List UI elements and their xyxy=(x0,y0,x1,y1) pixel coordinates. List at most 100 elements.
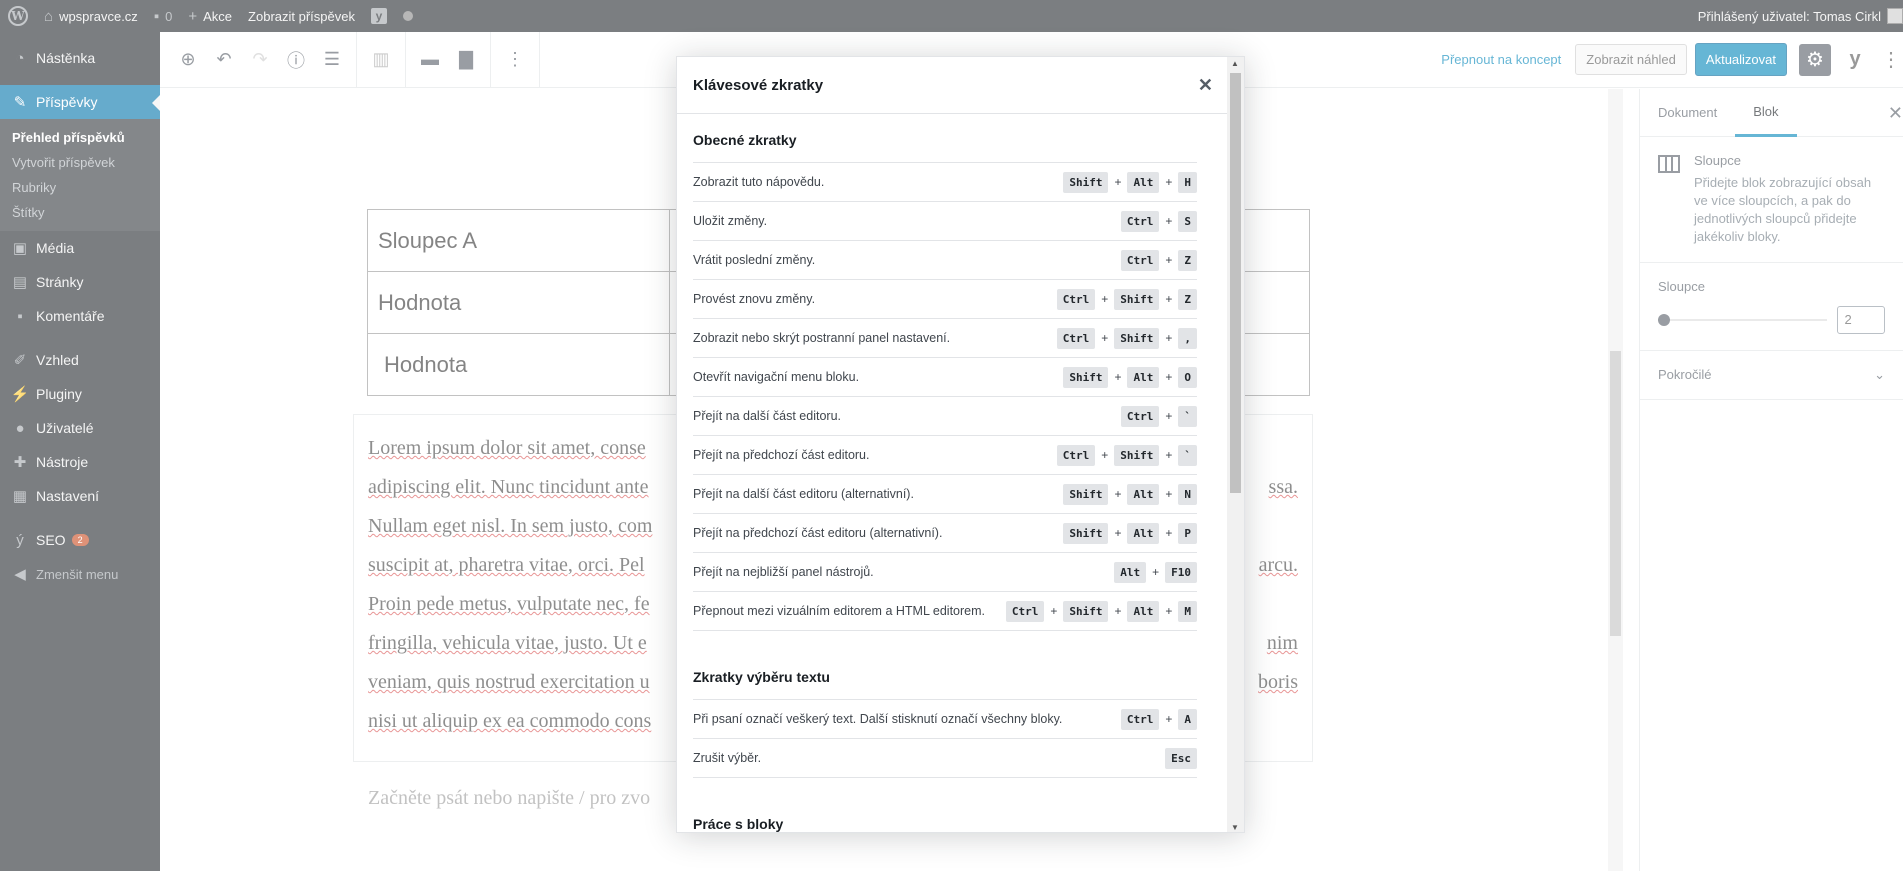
scrollbar-thumb[interactable] xyxy=(1230,73,1241,493)
key-cap: P xyxy=(1178,522,1197,544)
key-cap: Ctrl xyxy=(1056,327,1096,349)
key-separator: + xyxy=(1152,565,1160,579)
shortcut-row: Otevřít navigační menu bloku. Shift + Alt + O xyxy=(693,358,1197,397)
shortcut-row: Přejít na další část editoru. Ctrl + ` xyxy=(693,397,1197,436)
shortcut-description: Provést znovu změny. xyxy=(693,292,816,306)
key-cap: Z xyxy=(1178,249,1197,271)
key-cap: Ctrl xyxy=(1120,210,1160,232)
key-separator: + xyxy=(1165,526,1173,540)
shortcut-description: Uložit změny. xyxy=(693,214,768,228)
shortcut-keys: Ctrl + Z xyxy=(1120,249,1197,271)
shortcut-keys: Shift + Alt + H xyxy=(1063,171,1197,193)
key-separator: + xyxy=(1114,370,1122,384)
key-separator: + xyxy=(1114,487,1122,501)
shortcut-description: Zobrazit nebo skrýt postranní panel nast… xyxy=(693,331,951,345)
shortcut-description: Přejít na nejbližší panel nástrojů. xyxy=(693,565,874,579)
shortcut-description: Přepnout mezi vizuálním editorem a HTML … xyxy=(693,604,986,618)
key-separator: + xyxy=(1165,331,1173,345)
key-cap: Alt xyxy=(1127,600,1160,622)
key-separator: + xyxy=(1165,175,1173,189)
key-cap: Ctrl xyxy=(1120,249,1160,271)
key-cap: M xyxy=(1178,600,1197,622)
key-separator: + xyxy=(1101,331,1109,345)
scroll-up-icon[interactable]: ▲ xyxy=(1231,59,1239,68)
key-separator: + xyxy=(1165,292,1173,306)
shortcut-row: Vrátit poslední změny. Ctrl + Z xyxy=(693,241,1197,280)
key-separator: + xyxy=(1165,370,1173,384)
shortcut-section-title: Zkratky výběru textu xyxy=(693,651,1197,700)
key-cap: Shift xyxy=(1063,600,1109,622)
key-cap: Shift xyxy=(1063,483,1109,505)
shortcut-description: Přejít na předchozí část editoru (altern… xyxy=(693,526,943,540)
shortcut-keys: Ctrl + ` xyxy=(1120,405,1197,427)
shortcut-row: Při psaní označí veškerý text. Další sti… xyxy=(693,700,1197,739)
key-separator: + xyxy=(1165,448,1173,462)
key-separator: + xyxy=(1114,604,1122,618)
modal-body: Obecné zkratky Zobrazit tuto nápovědu. Shi… xyxy=(677,114,1229,832)
key-cap: O xyxy=(1178,366,1197,388)
modal-title: Klávesové zkratky xyxy=(693,76,824,94)
close-icon[interactable]: ✕ xyxy=(1198,75,1213,96)
shortcut-row: Zobrazit tuto nápovědu. Shift + Alt + H xyxy=(693,163,1197,202)
key-cap: Shift xyxy=(1114,327,1160,349)
key-separator: + xyxy=(1165,409,1173,423)
shortcut-keys: Shift + Alt + N xyxy=(1063,483,1197,505)
scroll-down-icon[interactable]: ▼ xyxy=(1231,823,1239,832)
key-separator: + xyxy=(1165,487,1173,501)
key-cap: Shift xyxy=(1063,171,1109,193)
key-separator: + xyxy=(1050,604,1058,618)
key-cap: Esc xyxy=(1165,747,1197,769)
key-cap: H xyxy=(1178,171,1197,193)
key-separator: + xyxy=(1101,292,1109,306)
key-cap: Alt xyxy=(1114,561,1147,583)
key-separator: + xyxy=(1114,175,1122,189)
shortcut-keys: Ctrl + Shift + Alt + M xyxy=(1005,600,1197,622)
shortcut-keys: Ctrl + Shift +, xyxy=(1056,327,1197,349)
shortcut-description: Přejít na předchozí část editoru. xyxy=(693,448,870,462)
shortcut-description: Otevřít navigační menu bloku. xyxy=(693,370,860,384)
modal-scrollbar[interactable]: ▲ ▼ xyxy=(1227,57,1244,832)
shortcut-row: Přepnout mezi vizuálním editorem a HTML … xyxy=(693,592,1197,631)
key-cap: Ctrl xyxy=(1005,600,1045,622)
shortcut-keys: Shift + Alt + P xyxy=(1063,522,1197,544)
shortcut-row: Přejít na předchozí část editoru. Ctrl + Sh… xyxy=(693,436,1197,475)
shortcut-keys: Alt + F10 xyxy=(1114,561,1197,583)
shortcut-description: Vrátit poslední změny. xyxy=(693,253,816,267)
key-cap: Shift xyxy=(1063,366,1109,388)
key-cap: Shift xyxy=(1114,288,1160,310)
key-cap: Alt xyxy=(1127,483,1160,505)
key-cap: S xyxy=(1178,210,1197,232)
key-cap: Z xyxy=(1178,288,1197,310)
shortcut-description: Při psaní označí veškerý text. Další sti… xyxy=(693,712,1063,726)
key-separator: + xyxy=(1114,526,1122,540)
shortcut-description: Přejít na další část editoru (alternativ… xyxy=(693,487,914,501)
key-separator: + xyxy=(1165,712,1173,726)
key-cap: Shift xyxy=(1063,522,1109,544)
key-cap: Alt xyxy=(1127,366,1160,388)
shortcut-row: Zrušit výběr. Esc xyxy=(693,739,1197,778)
shortcut-description: Zrušit výběr. xyxy=(693,751,762,765)
shortcut-keys: Ctrl + A xyxy=(1120,708,1197,730)
key-cap: Shift xyxy=(1114,444,1160,466)
key-cap: ` xyxy=(1178,405,1197,427)
shortcut-row: Zobrazit nebo skrýt postranní panel nast… xyxy=(693,319,1197,358)
shortcut-keys: Ctrl + Shift + Z xyxy=(1056,288,1197,310)
key-separator: + xyxy=(1165,604,1173,618)
key-cap: A xyxy=(1178,708,1197,730)
shortcut-row: Provést znovu změny. Ctrl + Shift + Z xyxy=(693,280,1197,319)
shortcut-row: Přejít na nejbližší panel nástrojů. Alt + F… xyxy=(693,553,1197,592)
shortcut-description: Přejít na další část editoru. xyxy=(693,409,841,423)
key-cap: Ctrl xyxy=(1120,708,1160,730)
key-separator: + xyxy=(1165,253,1173,267)
key-cap: , xyxy=(1178,327,1197,349)
shortcut-section-title: Práce s bloky xyxy=(693,798,1197,832)
key-cap: N xyxy=(1178,483,1197,505)
shortcut-row: Přejít na předchozí část editoru (altern… xyxy=(693,514,1197,553)
shortcut-section-title: Obecné zkratky xyxy=(693,114,1197,163)
key-cap: Ctrl xyxy=(1056,444,1096,466)
modal-header: Klávesové zkratky ✕ xyxy=(677,57,1229,114)
key-separator: + xyxy=(1101,448,1109,462)
key-cap: F10 xyxy=(1165,561,1197,583)
